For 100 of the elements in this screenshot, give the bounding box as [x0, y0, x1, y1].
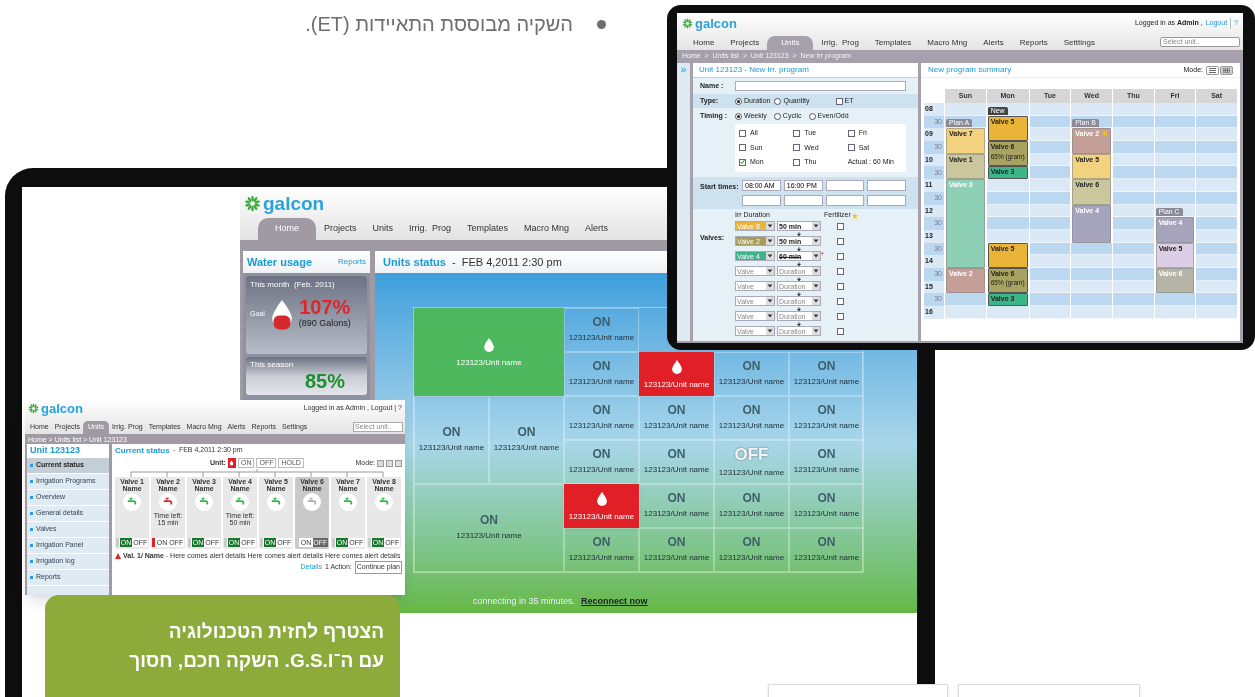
drop-button[interactable]	[152, 538, 156, 547]
calendar-slot[interactable]	[1154, 166, 1196, 180]
radio-button[interactable]	[774, 97, 782, 105]
calendar-slot[interactable]	[1196, 141, 1237, 154]
checkbox[interactable]	[793, 129, 801, 137]
calendar-slot[interactable]	[1196, 103, 1237, 116]
calendar-slot[interactable]	[1071, 293, 1112, 307]
radio-button[interactable]	[808, 112, 816, 120]
unit-tile[interactable]: ON 123123/Unit name	[564, 308, 639, 352]
nav-tab[interactable]: Projects	[722, 36, 768, 50]
calendar-slot[interactable]	[1029, 103, 1071, 116]
radio-button[interactable]	[735, 97, 742, 105]
calendar-slot[interactable]	[1113, 217, 1154, 230]
calendar-slot[interactable]	[1029, 306, 1071, 319]
nav-tab[interactable]: Units	[364, 218, 402, 240]
checkbox[interactable]	[835, 97, 843, 105]
unit-tile[interactable]: ON 123123/Unit name	[789, 528, 864, 572]
list-view-button[interactable]	[1206, 65, 1219, 75]
calendar-slot[interactable]	[1113, 128, 1154, 142]
calendar-slot[interactable]	[1071, 306, 1112, 319]
grid-view-button[interactable]	[1220, 65, 1233, 75]
nav-tab[interactable]: Macro Mng	[919, 36, 976, 50]
nav-tab[interactable]: Alerts	[975, 36, 1012, 50]
unit-tile[interactable]: ON 123123/Unit name	[414, 396, 489, 484]
unit-tile[interactable]: ON 123123/Unit name	[714, 528, 789, 572]
start-time-field[interactable]	[825, 179, 865, 191]
start-time-field[interactable]	[742, 194, 781, 206]
unit-tile[interactable]: ON 123123/Unit name	[789, 440, 864, 484]
calendar-slot[interactable]	[945, 293, 986, 307]
calendar-slot[interactable]	[1113, 293, 1154, 306]
checkbox[interactable]	[847, 129, 855, 137]
checkbox[interactable]	[739, 144, 746, 152]
nav-tab[interactable]: Alerts	[577, 218, 617, 240]
calendar-slot[interactable]	[1154, 306, 1196, 319]
unit-tile[interactable]: ON 123123/Unit name	[714, 396, 789, 440]
calendar-slot[interactable]	[1029, 128, 1071, 142]
unit-tile[interactable]: ON 123123/Unit name	[714, 484, 789, 528]
calendar-slot[interactable]	[1113, 141, 1154, 154]
calendar-slot[interactable]	[1154, 179, 1196, 192]
calendar-slot[interactable]	[1196, 166, 1237, 180]
checkbox[interactable]	[837, 237, 844, 245]
calendar-slot[interactable]	[1196, 306, 1237, 319]
unit-tile[interactable]: 123123/Unit name	[564, 484, 639, 528]
reconnect-link[interactable]: Reconnect now	[581, 595, 648, 609]
nav-tab[interactable]: Reports	[1011, 36, 1056, 50]
checkbox[interactable]	[793, 158, 801, 166]
calendar-slot[interactable]	[1071, 255, 1112, 268]
unit-tile[interactable]: ON 123123/Unit name	[489, 396, 564, 484]
calendar-slot[interactable]	[1029, 217, 1071, 230]
unit-tile[interactable]: ON 123123/Unit name	[639, 528, 714, 572]
nav-tab[interactable]: Irrig. Prog	[813, 36, 867, 50]
nav-tab[interactable]: Home	[685, 36, 723, 50]
nav-tab[interactable]: Irrig. Prog	[401, 218, 460, 240]
unit-tile[interactable]: ON 123123/Unit name	[789, 352, 864, 396]
unit-tile[interactable]: ON 123123/Unit name	[639, 484, 714, 528]
checkbox[interactable]	[837, 267, 844, 275]
calendar-slot[interactable]	[1196, 217, 1237, 230]
checkbox[interactable]	[739, 129, 746, 137]
unit-tile[interactable]: ON 123123/Unit name	[639, 396, 714, 440]
nav-tab[interactable]: Setttings	[1055, 36, 1103, 50]
calendar-slot[interactable]	[1071, 103, 1112, 116]
unit-tile[interactable]: ON 123123/Unit name	[789, 484, 864, 528]
nav-tab[interactable]: Templates	[459, 218, 517, 240]
checkbox[interactable]	[847, 144, 855, 152]
unit-tile[interactable]: ON 123123/Unit name	[639, 440, 714, 484]
calendar-slot[interactable]	[1029, 179, 1071, 192]
checkbox[interactable]	[837, 222, 844, 230]
unit-tile[interactable]: ON 123123/Unit name	[564, 440, 639, 484]
calendar-slot[interactable]	[1029, 293, 1071, 306]
nav-tab[interactable]: Templates	[866, 36, 920, 50]
unit-tile[interactable]: 123123/Unit name	[639, 352, 714, 396]
calendar-slot[interactable]	[1029, 166, 1071, 180]
name-field[interactable]	[735, 81, 906, 91]
calendar-slot[interactable]	[1113, 179, 1154, 192]
checkbox[interactable]	[793, 144, 801, 152]
nav-tab[interactable]: Projects	[316, 218, 365, 240]
unit-tile[interactable]: ON 123123/Unit name	[714, 352, 789, 396]
calendar-slot[interactable]	[1196, 293, 1237, 306]
checkbox[interactable]	[837, 327, 844, 335]
start-time-field[interactable]	[825, 194, 865, 206]
start-time-field[interactable]	[867, 179, 906, 191]
calendar-slot[interactable]	[1113, 255, 1154, 268]
checkbox[interactable]	[837, 312, 844, 320]
calendar-slot[interactable]	[986, 179, 1029, 192]
unit-tile[interactable]: ON 123123/Unit name	[414, 484, 564, 572]
drop-button[interactable]	[227, 458, 236, 468]
calendar-slot[interactable]	[1113, 306, 1154, 319]
calendar-slot[interactable]	[1071, 268, 1112, 281]
calendar-slot[interactable]	[1196, 255, 1237, 268]
unit-tile[interactable]: ON 123123/Unit name	[564, 528, 639, 572]
unit-tile[interactable]: ON 123123/Unit name	[789, 396, 864, 440]
unit-tile[interactable]: ON 123123/Unit name	[564, 396, 639, 440]
radio-button[interactable]	[735, 112, 742, 120]
checkbox[interactable]	[739, 158, 746, 166]
checkbox[interactable]	[837, 282, 844, 290]
calendar-slot[interactable]	[945, 103, 986, 116]
calendar-slot[interactable]	[1113, 166, 1154, 180]
checkbox[interactable]	[837, 297, 844, 305]
calendar-slot[interactable]	[1113, 103, 1154, 116]
nav-tab[interactable]: Macro Mng	[516, 218, 578, 240]
